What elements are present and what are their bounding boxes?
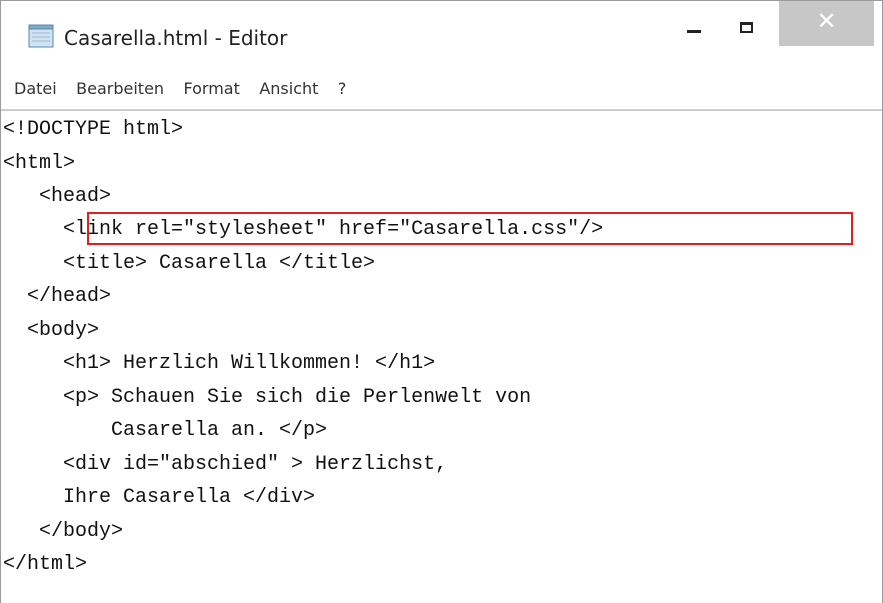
code-line: <h1> Herzlich Willkommen! </h1> [3, 352, 436, 375]
code-line: </html> [3, 553, 88, 576]
code-line: </head> [3, 285, 112, 308]
menu-bar: Datei Bearbeiten Format Ansicht ? [1, 69, 882, 110]
close-button[interactable]: ✕ [779, 1, 874, 46]
code-line: <!DOCTYPE html> [3, 118, 184, 141]
menu-bearbeiten[interactable]: Bearbeiten [76, 79, 164, 98]
code-line: <div id="abschied" > Herzlichst, [3, 453, 448, 476]
notepad-icon [28, 24, 54, 48]
code-line: <p> Schauen Sie sich die Perlenwelt von [3, 386, 532, 409]
close-icon: ✕ [816, 7, 837, 35]
code-line: </body> [3, 520, 124, 543]
window-title: Casarella.html - Editor [64, 26, 288, 50]
maximize-icon [740, 22, 753, 33]
code-line: Ihre Casarella </div> [3, 486, 316, 509]
code-line: <body> [3, 319, 100, 342]
minimize-icon [687, 30, 701, 33]
code-line: Casarella an. </p> [3, 419, 328, 442]
menu-format[interactable]: Format [184, 79, 240, 98]
highlight-box [87, 212, 853, 245]
text-editor-area[interactable]: <!DOCTYPE html> <html> <head> <link rel=… [1, 110, 882, 603]
menu-help[interactable]: ? [338, 79, 347, 98]
menu-datei[interactable]: Datei [14, 79, 57, 98]
minimize-button[interactable] [676, 1, 722, 39]
code-line: <title> Casarella </title> [3, 252, 376, 275]
editor-window: Casarella.html - Editor ✕ Datei Bearbeit… [0, 0, 883, 603]
code-line: <head> [3, 185, 112, 208]
maximize-button[interactable] [726, 1, 772, 39]
code-line: <html> [3, 152, 76, 175]
title-bar[interactable]: Casarella.html - Editor ✕ [1, 1, 882, 69]
menu-ansicht[interactable]: Ansicht [259, 79, 318, 98]
